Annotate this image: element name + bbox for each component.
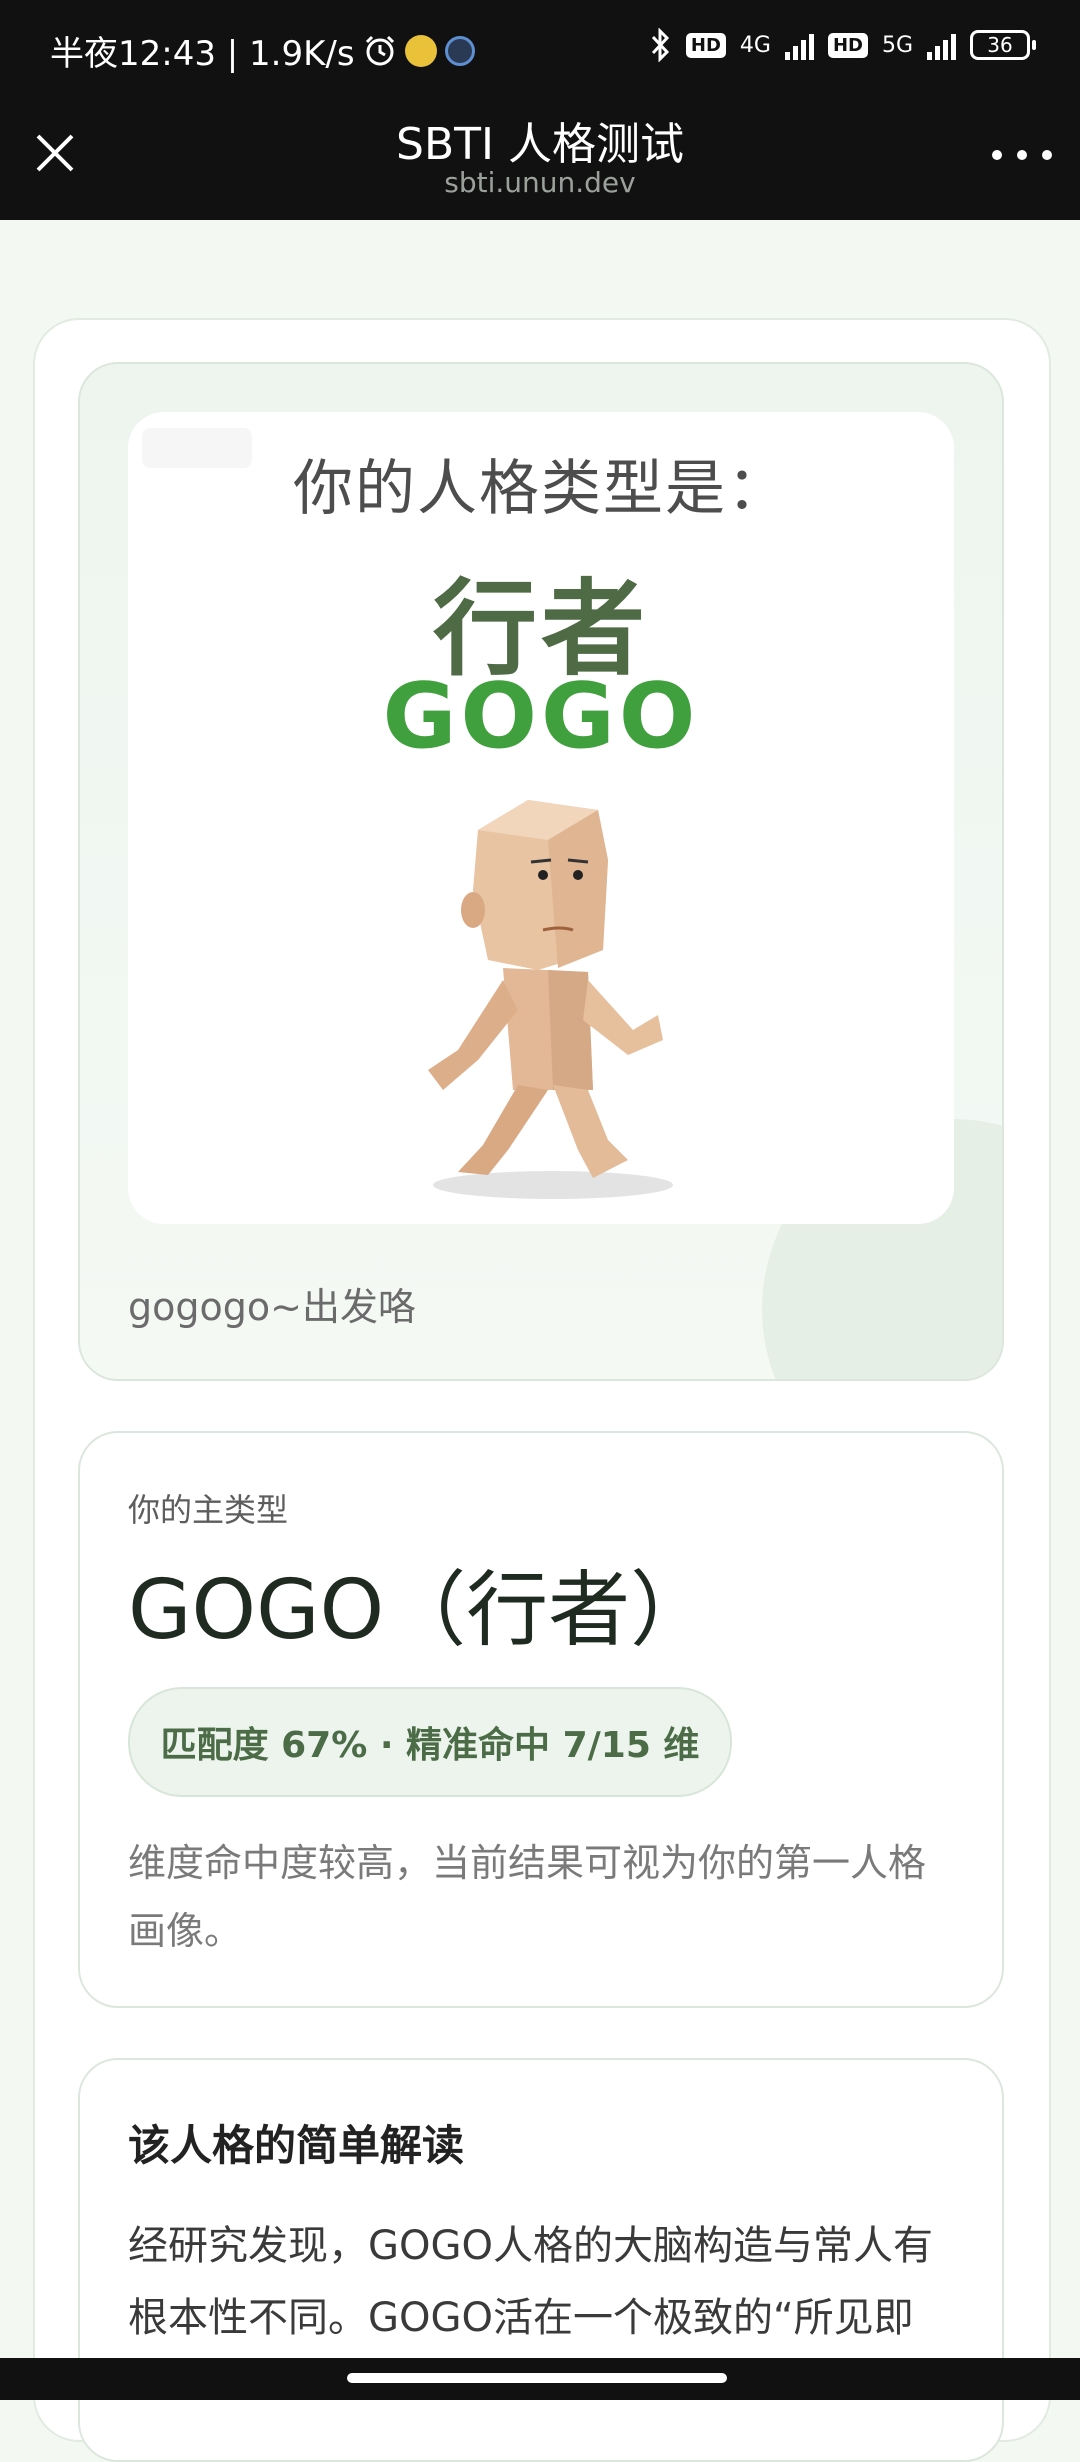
signal-icon xyxy=(784,30,814,60)
hd-badge: HD xyxy=(685,32,726,58)
result-card: 你的人格类型是： 行者 GOGO gogogo~出发咯 xyxy=(78,362,1004,1381)
status-bar: 半夜12:43 | 1.9K/s HD 4G HD 5G 36 xyxy=(0,0,1080,100)
battery-icon: 36 xyxy=(970,30,1036,60)
title-bar: SBTI 人格测试 sbti.unun.dev xyxy=(0,100,1080,220)
page-title: SBTI 人格测试 xyxy=(396,119,684,170)
more-dot xyxy=(1042,150,1052,160)
more-dot xyxy=(992,150,1002,160)
status-left: 半夜12:43 | 1.9K/s xyxy=(50,26,475,75)
interpretation-body: 经研究发现，GOGO人格的大脑构造与常人有根本性不同。GOGO活在一个极致的“所… xyxy=(128,2223,933,2341)
app-icon xyxy=(404,34,437,67)
walking-figure-illustration xyxy=(428,800,673,1199)
app-icon-2 xyxy=(444,35,475,66)
more-dot xyxy=(1017,150,1027,160)
hd-badge-2: HD xyxy=(827,32,868,58)
network-4g: 4G xyxy=(739,32,771,58)
match-badge: 匹配度 67% · 精准命中 7/15 维 xyxy=(128,1687,732,1797)
home-indicator[interactable] xyxy=(347,2373,727,2383)
main-type-label: 你的主类型 xyxy=(128,1491,289,1529)
match-text: 匹配度 67% · 精准命中 7/15 维 xyxy=(160,1725,700,1766)
result-heading: 你的人格类型是： xyxy=(293,454,789,524)
interpretation-card: 该人格的简单解读 经研究发现，GOGO人格的大脑构造与常人有根本性不同。GOGO… xyxy=(78,2058,1004,2462)
main-type-name: GOGO（行者） xyxy=(128,1563,713,1658)
interpretation-title: 该人格的简单解读 xyxy=(128,2121,465,2170)
status-right: HD 4G HD 5G 36 xyxy=(650,28,1036,62)
status-time: 半夜12:43 | 1.9K/s xyxy=(50,34,355,74)
main-type-card: 你的主类型 GOGO（行者） 匹配度 67% · 精准命中 7/15 维 维度命… xyxy=(78,1431,1004,2008)
alarm-icon xyxy=(365,35,394,65)
result-type-en: GOGO xyxy=(382,664,700,769)
result-image: 你的人格类型是： 行者 GOGO xyxy=(128,412,954,1224)
result-caption: gogogo~出发咯 xyxy=(128,1285,416,1329)
more-button[interactable] xyxy=(992,140,1052,170)
main-type-description: 维度命中度较高，当前结果可视为你的第一人格画像。 xyxy=(128,1841,927,1953)
page-domain: sbti.unun.dev xyxy=(444,166,636,199)
bluetooth-icon xyxy=(651,28,669,62)
network-5g: 5G xyxy=(881,32,913,58)
signal-icon-2 xyxy=(927,30,956,60)
